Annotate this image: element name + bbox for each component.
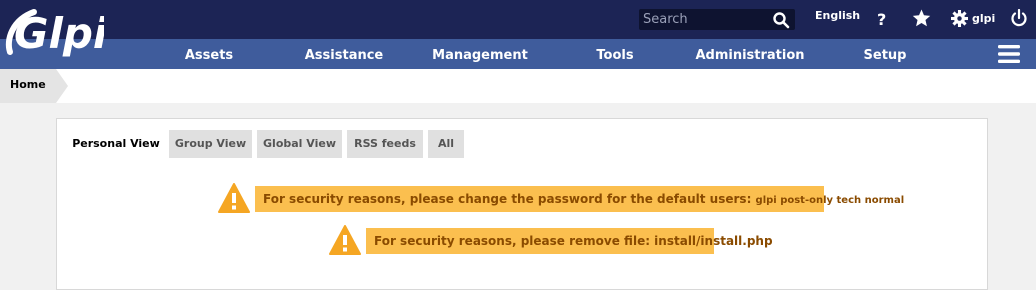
hamburger-icon[interactable]	[998, 45, 1020, 63]
search-input[interactable]	[639, 9, 775, 30]
star-icon[interactable]	[912, 9, 931, 27]
logo-text: Glpi	[14, 9, 104, 58]
tab-all[interactable]: All	[428, 130, 464, 158]
question-mark-icon[interactable]: ?	[876, 10, 890, 28]
gear-icon[interactable]	[951, 10, 968, 27]
breadcrumb-bar	[0, 69, 1036, 103]
warning-icon	[329, 225, 361, 255]
search-icon[interactable]	[772, 11, 790, 29]
alert-remove-install-file: For security reasons, please remove file…	[366, 228, 773, 254]
user-name-link[interactable]: glpi	[972, 12, 995, 25]
warning-icon	[218, 183, 250, 213]
nav-item-assets[interactable]: Assets	[164, 39, 254, 69]
nav-item-assistance[interactable]: Assistance	[290, 39, 398, 69]
tab-group-view[interactable]: Group View	[169, 130, 252, 158]
tab-global-view[interactable]: Global View	[257, 130, 342, 158]
tab-rss-feeds[interactable]: RSS feeds	[347, 130, 423, 158]
nav-item-setup[interactable]: Setup	[850, 39, 920, 69]
alert-default-users: glpi post-only tech normal	[755, 195, 905, 206]
nav-item-tools[interactable]: Tools	[580, 39, 650, 69]
svg-text:?: ?	[877, 10, 886, 28]
alert-default-passwords-text: For security reasons, please change the …	[263, 192, 756, 206]
breadcrumb-home[interactable]: Home	[10, 78, 46, 91]
power-icon[interactable]	[1010, 9, 1028, 27]
nav-item-administration[interactable]: Administration	[685, 39, 815, 69]
glpi-logo[interactable]: Glpi	[4, 2, 104, 58]
alert-default-passwords: For security reasons, please change the …	[255, 186, 904, 212]
language-link[interactable]: English	[815, 9, 860, 22]
search-box	[639, 9, 795, 30]
tab-personal-view[interactable]: Personal View	[70, 130, 162, 158]
nav-item-management[interactable]: Management	[420, 39, 540, 69]
